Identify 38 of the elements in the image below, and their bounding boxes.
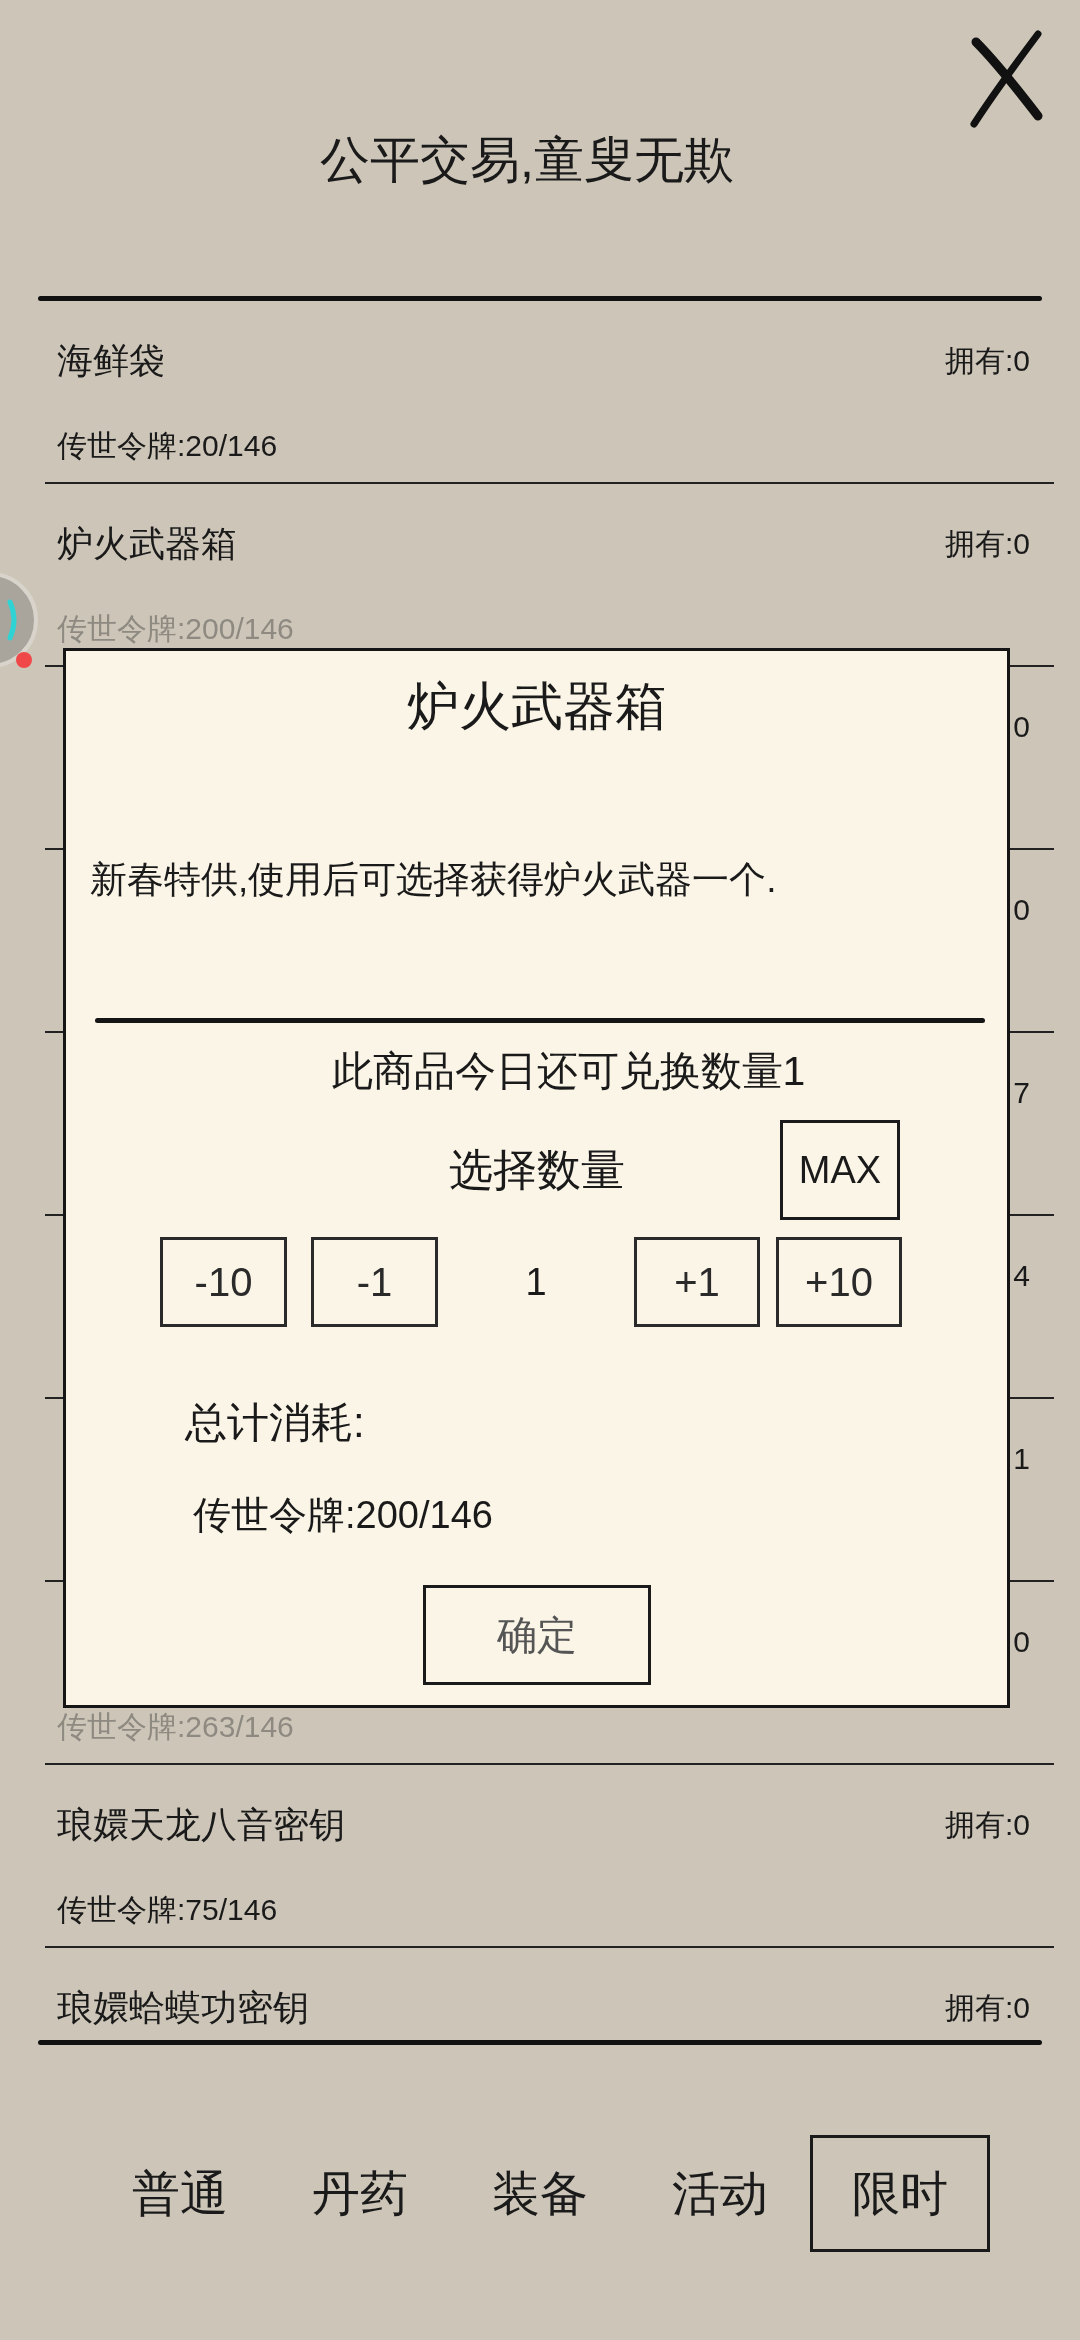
owned-count: 拥有:0 <box>944 1807 1030 1843</box>
step-button[interactable]: +10 <box>776 1237 902 1327</box>
category-tab[interactable]: 限时 <box>810 2135 990 2252</box>
total-label: 总计消耗: <box>185 1398 365 1448</box>
item-cost: 传世令牌:200/146 <box>57 613 294 645</box>
step-button[interactable]: -10 <box>160 1237 287 1327</box>
max-button[interactable]: MAX <box>780 1120 900 1220</box>
owned-count: 1 <box>1013 1441 1030 1477</box>
item-cost: 传世令牌:263/146 <box>57 1711 294 1743</box>
category-tab[interactable]: 活动 <box>630 2135 810 2252</box>
owned-count: 拥有:0 <box>944 526 1030 562</box>
item-cost: 传世令牌:75/146 <box>57 1894 278 1926</box>
category-tab[interactable]: 普通 <box>90 2135 270 2252</box>
owned-count: 4 <box>1013 1258 1030 1294</box>
close-icon[interactable] <box>970 28 1044 128</box>
owned-count: 拥有:0 <box>944 343 1030 379</box>
owned-count: 0 <box>1013 1624 1030 1660</box>
item-cost: 传世令牌:20/146 <box>57 430 278 462</box>
owned-count: 0 <box>1013 709 1030 745</box>
category-tab[interactable]: 装备 <box>450 2135 630 2252</box>
total-cost: 传世令牌:200/146 <box>193 1493 493 1537</box>
item-description: 新春特供,使用后可选择获得炉火武器一个. <box>90 858 777 902</box>
item-name: 琅嬛蛤蟆功密钥 <box>57 1986 309 2030</box>
page-title: 公平交易,童叟无欺 <box>320 131 734 190</box>
category-tab[interactable]: 丹药 <box>270 2135 450 2252</box>
item-name: 炉火武器箱 <box>57 522 237 566</box>
quantity-value: 1 <box>525 1260 547 1305</box>
item-name: 海鲜袋 <box>57 339 165 383</box>
item-name: 琅嬛天龙八音密钥 <box>57 1803 345 1847</box>
daily-limit-text: 此商品今日还可兑换数量1 <box>331 1047 806 1095</box>
owned-count: 7 <box>1013 1075 1030 1111</box>
quantity-label: 选择数量 <box>448 1145 625 1195</box>
step-button[interactable]: +1 <box>634 1237 760 1327</box>
owned-count: 0 <box>1013 892 1030 928</box>
owned-count: 拥有:0 <box>944 1990 1030 2026</box>
dialog-title: 炉火武器箱 <box>406 676 667 737</box>
step-button[interactable]: -1 <box>311 1237 438 1327</box>
confirm-button[interactable]: 确定 <box>422 1585 651 1685</box>
